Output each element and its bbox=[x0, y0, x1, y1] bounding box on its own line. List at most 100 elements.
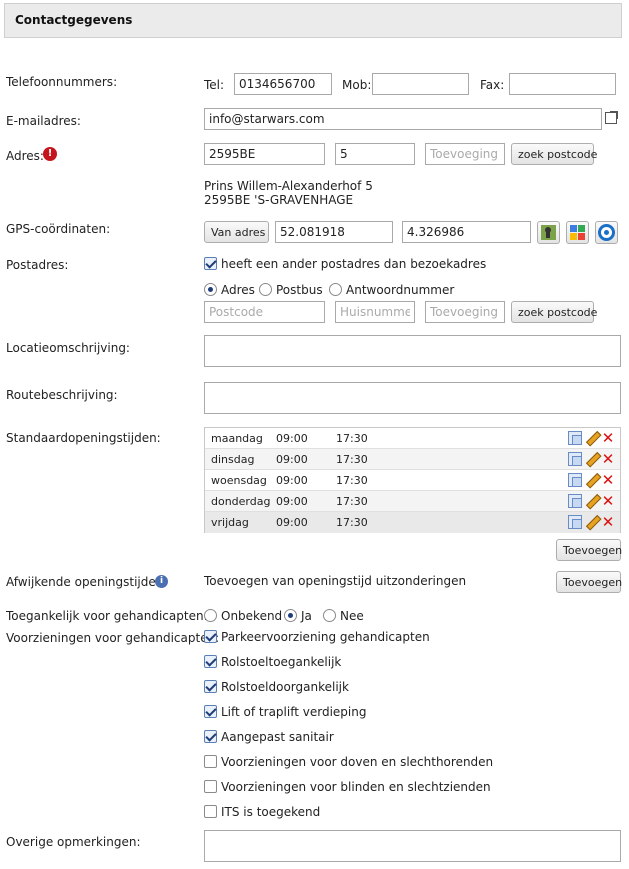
latitude-input[interactable] bbox=[275, 221, 393, 243]
gps-label: GPS-coördinaten: bbox=[6, 222, 111, 236]
to-cell: 17:30 bbox=[336, 432, 368, 445]
postcode-input[interactable] bbox=[204, 143, 325, 165]
addition-input[interactable] bbox=[425, 143, 505, 165]
postal-label: Postadres: bbox=[6, 258, 69, 272]
fax-input[interactable] bbox=[509, 73, 616, 95]
phone-label: Telefoonnummers: bbox=[6, 75, 118, 89]
radio-postbus[interactable] bbox=[259, 283, 272, 296]
facility-checkbox-deaf[interactable] bbox=[204, 755, 217, 768]
day-cell: maandag bbox=[211, 432, 263, 445]
postal-lookup-button[interactable]: zoek postcode bbox=[511, 301, 597, 323]
copy-icon[interactable] bbox=[568, 431, 582, 445]
from-cell: 09:00 bbox=[276, 453, 308, 466]
delete-icon[interactable]: ✕ bbox=[601, 452, 615, 467]
radio-antwoordnummer-label: Antwoordnummer bbox=[346, 283, 455, 297]
to-cell: 17:30 bbox=[336, 453, 368, 466]
bing-maps-icon[interactable] bbox=[595, 221, 618, 244]
facility-checkbox-wheelchair-access[interactable] bbox=[204, 655, 217, 668]
delete-icon[interactable]: ✕ bbox=[601, 494, 615, 509]
location-description-textarea[interactable] bbox=[204, 335, 621, 367]
radio-onbekend-label: Onbekend bbox=[221, 609, 283, 623]
facility-label-parking: Parkeervoorziening gehandicapten bbox=[221, 630, 430, 644]
from-cell: 09:00 bbox=[276, 432, 308, 445]
error-icon: ! bbox=[43, 147, 57, 161]
table-row: maandag 09:00 17:30 ✕ bbox=[205, 428, 620, 449]
day-cell: dinsdag bbox=[211, 453, 255, 466]
exceptions-text: Toevoegen van openingstijd uitzonderinge… bbox=[204, 574, 467, 588]
route-description-textarea[interactable] bbox=[204, 382, 621, 414]
facility-label-sanitary: Aangepast sanitair bbox=[221, 730, 334, 744]
to-cell: 17:30 bbox=[336, 474, 368, 487]
day-cell: woensdag bbox=[211, 474, 267, 487]
delete-icon[interactable]: ✕ bbox=[601, 473, 615, 488]
postal-number-input[interactable] bbox=[335, 301, 415, 323]
tel-input[interactable] bbox=[234, 73, 332, 95]
tel-label: Tel: bbox=[204, 78, 225, 92]
copy-icon[interactable] bbox=[568, 452, 582, 466]
remarks-label: Overige opmerkingen: bbox=[6, 835, 141, 849]
accessible-label: Toegankelijk voor gehandicapten: bbox=[6, 609, 208, 623]
radio-ja[interactable] bbox=[284, 609, 297, 622]
copy-icon[interactable] bbox=[568, 494, 582, 508]
facility-checkbox-lift[interactable] bbox=[204, 705, 217, 718]
facility-checkbox-wheelchair-passage[interactable] bbox=[204, 680, 217, 693]
edit-icon[interactable] bbox=[583, 512, 603, 532]
postal-addition-input[interactable] bbox=[425, 301, 505, 323]
add-opening-hours-button[interactable]: Toevoegen bbox=[556, 539, 622, 561]
copy-icon[interactable] bbox=[568, 473, 582, 487]
facility-checkbox-sanitary[interactable] bbox=[204, 730, 217, 743]
email-input[interactable] bbox=[204, 108, 602, 130]
radio-ja-label: Ja bbox=[301, 609, 312, 623]
opening-hours-table: maandag 09:00 17:30 ✕ dinsdag 09:00 17:3… bbox=[204, 427, 621, 533]
mob-label: Mob: bbox=[342, 78, 372, 92]
info-icon[interactable]: i bbox=[155, 575, 168, 588]
edit-icon[interactable] bbox=[583, 428, 603, 448]
copy-icon[interactable] bbox=[568, 515, 582, 529]
table-row: dinsdag 09:00 17:30 ✕ bbox=[205, 449, 620, 470]
google-maps-icon[interactable] bbox=[566, 221, 589, 244]
to-cell: 17:30 bbox=[336, 495, 368, 508]
table-row: woensdag 09:00 17:30 ✕ bbox=[205, 470, 620, 491]
radio-onbekend[interactable] bbox=[204, 609, 217, 622]
address-line-2: 2595BE 'S-GRAVENHAGE bbox=[204, 193, 354, 207]
fax-label: Fax: bbox=[480, 78, 505, 92]
from-cell: 09:00 bbox=[276, 474, 308, 487]
edit-icon[interactable] bbox=[583, 470, 603, 490]
facility-label-wheelchair-access: Rolstoeltoegankelijk bbox=[221, 655, 342, 669]
opening-hours-label: Standaardopeningstijden: bbox=[6, 431, 161, 445]
add-exception-button[interactable]: Toevoegen bbox=[556, 571, 622, 593]
facility-checkbox-its[interactable] bbox=[204, 805, 217, 818]
different-postal-checkbox[interactable] bbox=[204, 257, 217, 270]
section-title: Contactgegevens bbox=[15, 13, 133, 27]
longitude-input[interactable] bbox=[402, 221, 531, 243]
radio-antwoordnummer[interactable] bbox=[329, 283, 342, 296]
edit-icon[interactable] bbox=[583, 449, 603, 469]
email-label: E-mailadres: bbox=[6, 114, 81, 128]
radio-nee[interactable] bbox=[323, 609, 336, 622]
day-cell: donderdag bbox=[211, 495, 271, 508]
house-number-input[interactable] bbox=[335, 143, 415, 165]
delete-icon[interactable]: ✕ bbox=[601, 431, 615, 446]
delete-icon[interactable]: ✕ bbox=[601, 515, 615, 530]
table-row: vrijdag 09:00 17:30 ✕ bbox=[205, 512, 620, 533]
to-cell: 17:30 bbox=[336, 516, 368, 529]
streetview-map-icon[interactable] bbox=[537, 221, 560, 244]
section-header: Contactgegevens bbox=[4, 3, 622, 38]
route-description-label: Routebeschrijving: bbox=[6, 388, 118, 402]
table-row: donderdag 09:00 17:30 ✕ bbox=[205, 491, 620, 512]
postal-postcode-input[interactable] bbox=[204, 301, 325, 323]
radio-adres[interactable] bbox=[204, 283, 217, 296]
radio-nee-label: Nee bbox=[340, 609, 364, 623]
remarks-textarea[interactable] bbox=[204, 830, 621, 862]
external-link-icon[interactable] bbox=[605, 111, 618, 124]
address-label: Adres: bbox=[6, 149, 44, 163]
lookup-postcode-button[interactable]: zoek postcode bbox=[511, 143, 597, 165]
facility-label-its: ITS is toegekend bbox=[221, 805, 321, 819]
facility-checkbox-blind[interactable] bbox=[204, 780, 217, 793]
facility-checkbox-parking[interactable] bbox=[204, 630, 217, 643]
mob-input[interactable] bbox=[372, 73, 469, 95]
from-address-button[interactable]: Van adres bbox=[204, 221, 269, 243]
from-cell: 09:00 bbox=[276, 495, 308, 508]
facilities-label: Voorzieningen voor gehandicapten: bbox=[6, 631, 220, 645]
edit-icon[interactable] bbox=[583, 491, 603, 511]
